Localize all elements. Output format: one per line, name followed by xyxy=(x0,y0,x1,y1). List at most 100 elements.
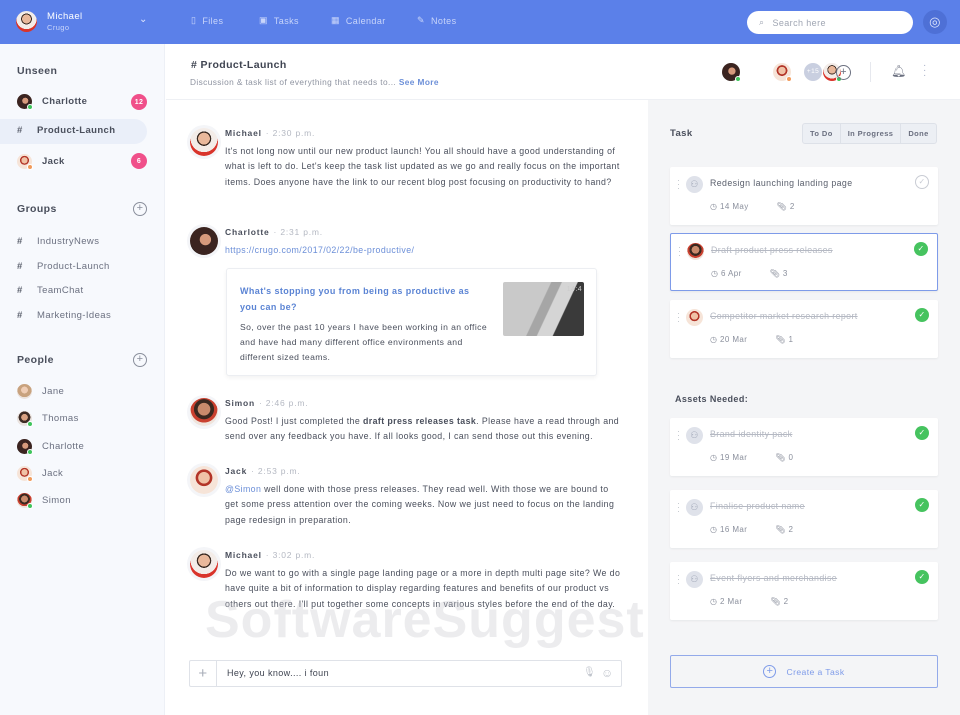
attachments-count: 📎︎ 0 xyxy=(775,453,794,462)
hash-icon: # xyxy=(17,125,23,136)
add-group-button[interactable]: + xyxy=(133,202,147,216)
notes-icon: ✎ xyxy=(417,15,425,25)
assign-user-icon[interactable]: ⚇ xyxy=(686,499,703,516)
nav-tasks[interactable]: ▣ Tasks xyxy=(259,15,299,26)
channel-title: # Product-Launch xyxy=(191,59,287,71)
person-item[interactable]: Jane xyxy=(17,384,64,399)
due-date: ◷ 14 May xyxy=(710,202,749,211)
task-card[interactable]: · · · ⚇ Event flyers and merchandise ✓ ◷ 2… xyxy=(670,562,938,620)
check-icon[interactable]: ✓ xyxy=(915,426,929,440)
see-more-link[interactable]: See More xyxy=(399,77,439,87)
check-icon[interactable]: ✓ xyxy=(914,242,928,256)
drag-handle-icon[interactable]: · · · xyxy=(677,499,680,516)
mention-link[interactable]: @Simon xyxy=(225,484,261,494)
filter-in-progress[interactable]: In Progress xyxy=(841,124,902,143)
create-task-button[interactable]: + Create a Task xyxy=(670,655,938,688)
message-text: Good Post! I just completed the draft pr… xyxy=(225,416,620,442)
help-icon[interactable]: ◎ xyxy=(923,10,947,34)
person-item[interactable]: Jack xyxy=(17,466,63,482)
attach-button[interactable]: + xyxy=(190,661,217,686)
channel-description: Discussion & task list of everything tha… xyxy=(190,77,439,87)
add-member-button[interactable]: + xyxy=(836,65,851,80)
person-item[interactable]: Thomas xyxy=(17,411,79,427)
drag-handle-icon[interactable]: · · · xyxy=(677,571,680,588)
link-preview-card[interactable]: What's stopping you from being as produc… xyxy=(226,268,597,376)
assignee-avatar[interactable] xyxy=(686,309,703,326)
paperclip-icon: 📎︎ xyxy=(775,453,786,462)
person-item[interactable]: Simon xyxy=(17,493,71,509)
more-members-count[interactable]: +15 xyxy=(804,63,822,81)
assets-title: Assets Needed: xyxy=(675,394,749,404)
drag-handle-icon[interactable]: · · · xyxy=(677,176,680,193)
unread-badge: 6 xyxy=(131,153,147,169)
drag-handle-icon[interactable]: · · · xyxy=(677,427,680,444)
due-date: ◷ 2 Mar xyxy=(710,597,743,606)
message: Charlotte · 2:31 p.m. https://crugo.com/2… xyxy=(190,227,622,376)
search-icon: ⌕ xyxy=(759,17,765,27)
user-menu[interactable]: Michael Crugo xyxy=(16,11,83,32)
task-card[interactable]: · · · Draft product press releases ✓ ◷ 6 A… xyxy=(670,233,938,291)
check-icon[interactable]: ✓ xyxy=(915,175,929,189)
avatar xyxy=(190,550,218,578)
drag-handle-icon[interactable]: · · · xyxy=(677,309,680,326)
group-item[interactable]: # TeamChat xyxy=(17,285,84,296)
filter-todo[interactable]: To Do xyxy=(803,124,841,143)
emoji-icon[interactable]: ☺ xyxy=(601,666,614,680)
unread-badge: 12 xyxy=(131,94,147,110)
divider xyxy=(870,62,871,82)
task-card[interactable]: · · · ⚇ Redesign launching landing page ✓ … xyxy=(670,167,938,225)
task-card[interactable]: · · · ⚇ Finalise product name ✓ ◷ 16 Mar 📎︎… xyxy=(670,490,938,548)
microphone-icon[interactable]: 🎙︎ xyxy=(583,667,596,678)
assign-user-icon[interactable]: ⚇ xyxy=(686,427,703,444)
sidebar-item-jack[interactable]: Jack xyxy=(17,154,65,170)
link-preview-title[interactable]: What's stopping you from being as produc… xyxy=(240,284,485,315)
group-item[interactable]: # IndustryNews xyxy=(17,236,99,247)
clock-icon: ◷ xyxy=(710,597,718,606)
task-card[interactable]: · · · ⚇ Brand identity pack ✓ ◷ 19 Mar 📎︎ 0 xyxy=(670,418,938,476)
add-person-button[interactable]: + xyxy=(133,353,147,367)
more-options-icon[interactable]: · · · xyxy=(923,61,927,81)
due-date: ◷ 19 Mar xyxy=(710,453,748,462)
filter-done[interactable]: Done xyxy=(901,124,935,143)
paperclip-icon: 📎︎ xyxy=(776,202,788,211)
bell-icon[interactable]: 🔔︎ xyxy=(891,64,907,78)
link-preview-text: So, over the past 10 years I have been w… xyxy=(240,322,488,362)
check-icon[interactable]: ✓ xyxy=(915,498,929,512)
clock-icon: ◷ xyxy=(711,269,719,278)
nav-calendar[interactable]: ▦ Calendar xyxy=(331,15,386,26)
assign-user-icon[interactable]: ⚇ xyxy=(686,176,703,193)
avatar xyxy=(190,466,218,494)
task-card[interactable]: · · · Competitor market research report ✓ … xyxy=(670,300,938,358)
member-avatar[interactable] xyxy=(722,63,741,82)
check-icon[interactable]: ✓ xyxy=(915,570,929,584)
section-people: People xyxy=(17,354,54,366)
assignee-avatar[interactable] xyxy=(687,243,704,260)
message-input[interactable]: Hey, you know.... i foun xyxy=(227,668,329,678)
message-text: It's not long now until our new product … xyxy=(225,146,620,187)
member-avatar[interactable] xyxy=(772,63,792,82)
task-title: Task xyxy=(670,128,693,139)
clock-icon: ◷ xyxy=(710,202,718,211)
nav-notes[interactable]: ✎ Notes xyxy=(417,15,456,26)
task-name: Redesign launching landing page xyxy=(710,178,853,188)
avatar xyxy=(190,398,218,426)
tasks-icon: ▣ xyxy=(259,15,268,25)
task-filter: To Do In Progress Done xyxy=(802,123,937,144)
nav-files[interactable]: ▯ Files xyxy=(191,15,223,26)
composer: + Hey, you know.... i foun 🎙︎ ☺ xyxy=(189,660,622,687)
paperclip-icon: 📎︎ xyxy=(775,525,786,534)
paperclip-icon: 📎︎ xyxy=(775,335,786,344)
drag-handle-icon[interactable]: · · · xyxy=(678,243,681,260)
chevron-down-icon[interactable]: ⌄ xyxy=(139,14,148,25)
message-link[interactable]: https://crugo.com/2017/02/22/be-producti… xyxy=(225,243,622,258)
group-item[interactable]: # Marketing-Ideas xyxy=(17,310,111,321)
search-input[interactable]: ⌕ Search here xyxy=(747,11,913,34)
assign-user-icon[interactable]: ⚇ xyxy=(686,571,703,588)
paperclip-icon: 📎︎ xyxy=(769,269,781,278)
check-icon[interactable]: ✓ xyxy=(915,308,929,322)
sidebar-item-charlotte[interactable]: Charlotte xyxy=(17,94,87,110)
group-item[interactable]: # Product-Launch xyxy=(17,261,110,272)
due-date: ◷ 20 Mar xyxy=(710,335,748,344)
person-item[interactable]: Charlotte xyxy=(17,439,84,455)
attachments-count: 📎︎ 2 xyxy=(775,525,794,534)
